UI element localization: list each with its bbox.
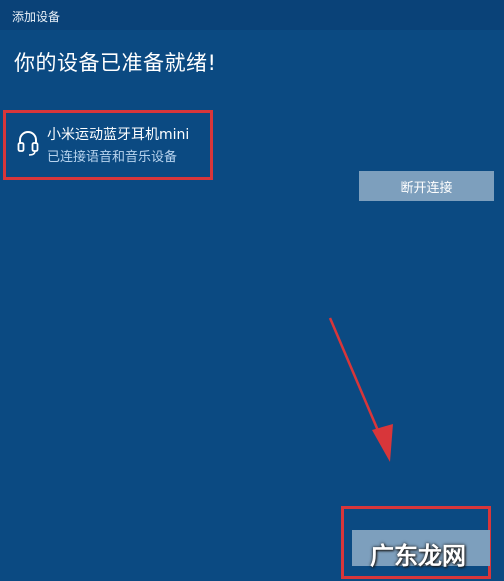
annotation-arrow [328, 317, 393, 462]
device-item[interactable]: 小米运动蓝牙耳机mini 已连接语音和音乐设备 [3, 110, 213, 180]
disconnect-button[interactable]: 断开连接 [359, 171, 494, 201]
device-name: 小米运动蓝牙耳机mini [47, 127, 190, 143]
headset-icon [17, 131, 39, 156]
watermark: 广东龙网 [370, 542, 466, 570]
device-status: 已连接语音和音乐设备 [47, 150, 178, 165]
page-heading: 你的设备已准备就绪! [14, 51, 217, 75]
window-titlebar: 添加设备 [0, 0, 504, 30]
window-title: 添加设备 [12, 10, 61, 24]
background-window-edge [90, 0, 250, 9]
